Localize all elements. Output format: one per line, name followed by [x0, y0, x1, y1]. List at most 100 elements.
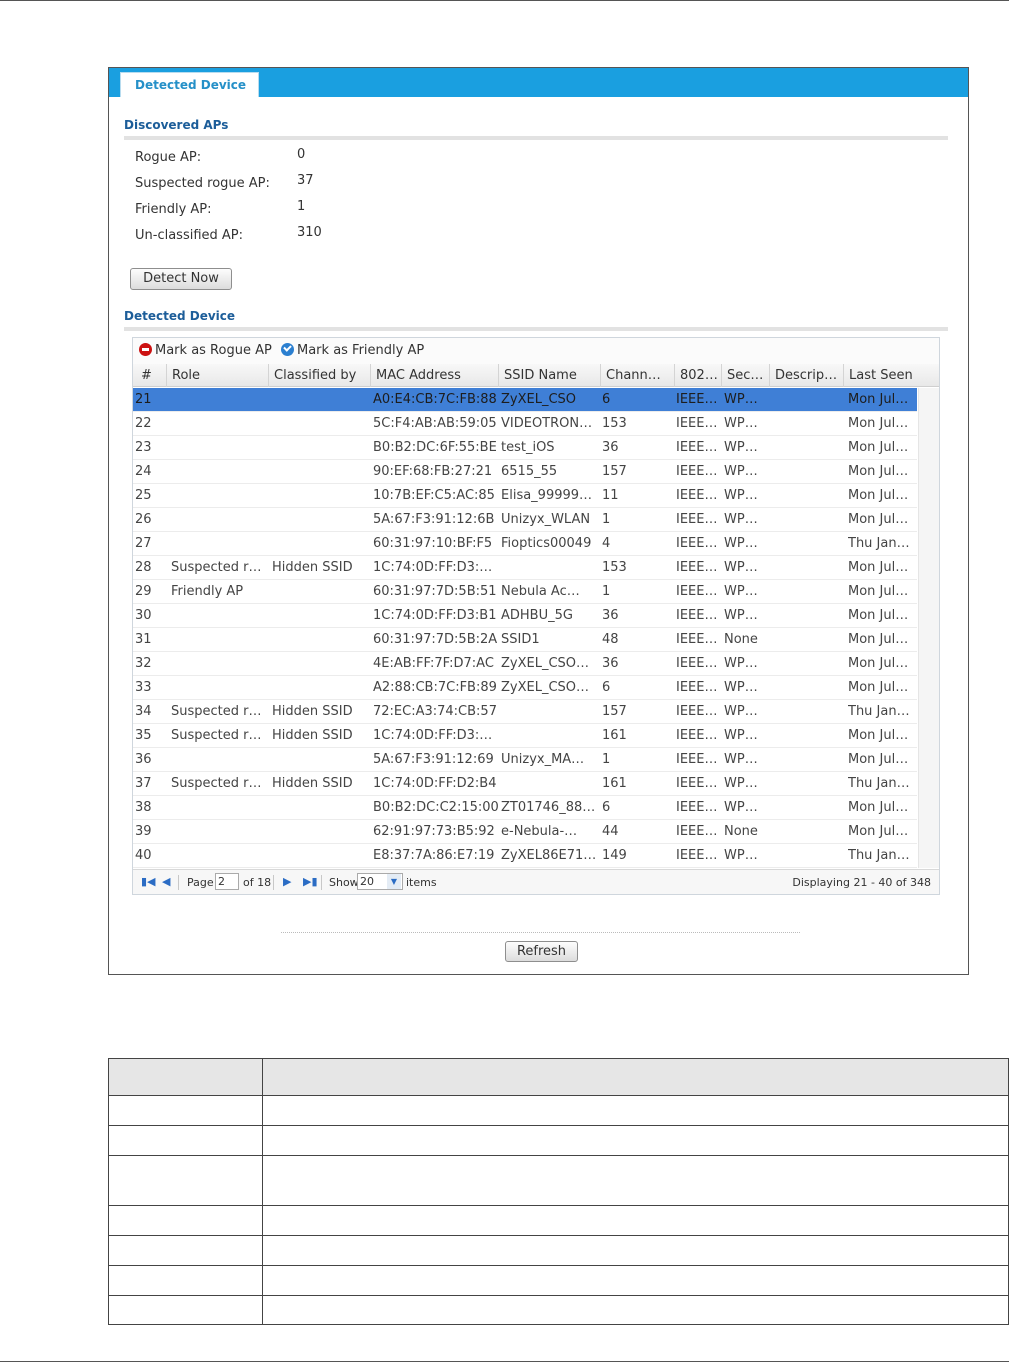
cell-last-seen: Mon Jul…: [848, 656, 909, 671]
table-row[interactable]: 22 5C:F4:AB:AB:59:05 VIDEOTRON… 153 IEEE… WP……: [133, 412, 917, 436]
cell-index: 39: [135, 824, 152, 839]
page-number-input[interactable]: 2: [215, 873, 239, 890]
table-row[interactable]: 36 5A:67:F3:91:12:69 Unizyx_MA… 1 IEEE… WP… Mo…: [133, 748, 917, 772]
table-row[interactable]: 31 60:31:97:7D:5B:2A SSID1 48 IEEE… None Mon J…: [133, 628, 917, 652]
cell-mac-address: 5A:67:F3:91:12:6B: [373, 512, 495, 527]
cell-role: [171, 484, 271, 508]
table-row[interactable]: 35 Suspected r… Hidden SSID 1C:74:0D:FF:D3:…: [133, 724, 917, 748]
cell-role: [171, 676, 271, 700]
table-row[interactable]: 23 B0:B2:DC:6F:55:BE test_iOS 36 IEEE… WP… Mon…: [133, 436, 917, 460]
column-header-role[interactable]: Role: [167, 364, 269, 387]
table-row[interactable]: 37 Suspected r… Hidden SSID 1C:74:0D:FF:D2:…: [133, 772, 917, 796]
column-header-description[interactable]: Descrip…: [770, 364, 844, 387]
chevron-down-icon[interactable]: ▼: [387, 874, 401, 889]
unclassified-ap-label: Un-classified AP:: [135, 228, 244, 243]
cell-description: [773, 700, 845, 724]
description-table-row: [109, 1236, 1008, 1266]
cell-description: [773, 580, 845, 604]
cell-ssid-name: ZyXEL86E71…: [501, 848, 597, 863]
cell-classified-by: [272, 532, 372, 556]
unclassified-ap-value: 310: [297, 225, 322, 240]
grid-scrollbar[interactable]: [918, 388, 939, 868]
cell-last-seen: Mon Jul…: [848, 392, 909, 407]
table-row[interactable]: 38 B0:B2:DC:C2:15:00 ZT01746_88… 6 IEEE… WP… M…: [133, 796, 917, 820]
detect-now-button[interactable]: Detect Now: [130, 268, 232, 290]
table-row[interactable]: 33 A2:88:CB:7C:FB:89 ZyXEL_CSO… 6 IEEE… WP… Mo…: [133, 676, 917, 700]
last-page-icon[interactable]: ▶▮: [303, 876, 318, 888]
cell-classified-by: [272, 844, 372, 868]
cell-security: WP…: [724, 512, 758, 527]
footer-divider: [281, 932, 800, 933]
screenshot-frame: Detected Device Discovered APs Rogue AP:…: [108, 67, 969, 975]
mark-friendly-ap-button[interactable]: Mark as Friendly AP: [281, 343, 424, 358]
cell-security: WP…: [724, 560, 758, 575]
table-row[interactable]: 25 10:7B:EF:C5:AC:85 Elisa_99999… 11 IEEE… WP…: [133, 484, 917, 508]
column-header-index[interactable]: #: [133, 364, 167, 387]
cell-description: [773, 604, 845, 628]
next-page-icon[interactable]: ▶: [283, 876, 291, 888]
cell-channel: 157: [602, 704, 627, 719]
cell-role: [171, 460, 271, 484]
cell-description: [773, 436, 845, 460]
cell-description: [773, 556, 845, 580]
description-table-divider: [262, 1059, 263, 1324]
description-table-row: [109, 1156, 1008, 1206]
refresh-button[interactable]: Refresh: [505, 941, 578, 962]
cell-ssid-name: Unizyx_MA…: [501, 752, 585, 767]
cell-mac-address: B0:B2:DC:6F:55:BE: [373, 440, 497, 455]
cell-role: Friendly AP: [171, 584, 244, 599]
cell-security: WP…: [724, 752, 758, 767]
cell-mac-address: 5A:67:F3:91:12:69: [373, 752, 494, 767]
friendly-ap-label: Friendly AP:: [135, 202, 212, 217]
cell-ssid-name: Nebula Ac…: [501, 584, 580, 599]
cell-80211: IEEE…: [676, 392, 718, 407]
cell-channel: 149: [602, 848, 627, 863]
cell-last-seen: Mon Jul…: [848, 440, 909, 455]
table-row[interactable]: 40 E8:37:7A:86:E7:19 ZyXEL86E71… 149 IEEE… WP…: [133, 844, 917, 868]
grid-toolbar: Mark as Rogue AP Mark as Friendly AP: [133, 338, 939, 364]
table-row[interactable]: 30 1C:74:0D:FF:D3:B1 ADHBU_5G 36 IEEE… WP… Mon…: [133, 604, 917, 628]
cell-mac-address: 1C:74:0D:FF:D2:B4: [373, 776, 497, 791]
cell-classified-by: Hidden SSID: [272, 776, 353, 791]
cell-security: WP…: [724, 416, 758, 431]
table-row[interactable]: 29 Friendly AP 60:31:97:7D:5B:51 Nebula Ac……: [133, 580, 917, 604]
cell-classified-by: [272, 412, 372, 436]
table-row[interactable]: 27 60:31:97:10:BF:F5 Fioptics00049 4 IEEE… WP…: [133, 532, 917, 556]
check-circle-icon: [281, 343, 294, 356]
column-header-classified-by[interactable]: Classified by: [269, 364, 371, 387]
column-header-mac-address[interactable]: MAC Address: [371, 364, 499, 387]
cell-80211: IEEE…: [676, 416, 718, 431]
cell-security: WP…: [724, 728, 758, 743]
prev-page-icon[interactable]: ◀: [162, 876, 170, 888]
cell-index: 29: [135, 584, 152, 599]
table-row[interactable]: 24 90:EF:68:FB:27:21 6515_55 157 IEEE… WP… Mon…: [133, 460, 917, 484]
table-row[interactable]: 28 Suspected r… Hidden SSID 1C:74:0D:FF:D3:…: [133, 556, 917, 580]
page-size-select[interactable]: 20 ▼: [357, 873, 403, 890]
cell-index: 21: [135, 392, 152, 407]
column-header-channel[interactable]: Chann…: [601, 364, 675, 387]
table-row[interactable]: 34 Suspected r… Hidden SSID 72:EC:A3:74:CB:…: [133, 700, 917, 724]
cell-last-seen: Mon Jul…: [848, 752, 909, 767]
cell-last-seen: Mon Jul…: [848, 560, 909, 575]
table-row[interactable]: 32 4E:AB:FF:7F:D7:AC ZyXEL_CSO… 36 IEEE… WP… M…: [133, 652, 917, 676]
description-table: [108, 1058, 1009, 1325]
cell-channel: 48: [602, 632, 619, 647]
cell-80211: IEEE…: [676, 584, 718, 599]
table-row[interactable]: 26 5A:67:F3:91:12:6B Unizyx_WLAN 1 IEEE… WP… M…: [133, 508, 917, 532]
cell-description: [773, 748, 845, 772]
cell-mac-address: 60:31:97:7D:5B:2A: [373, 632, 498, 647]
mark-rogue-ap-button[interactable]: Mark as Rogue AP: [139, 343, 272, 358]
cell-80211: IEEE…: [676, 656, 718, 671]
column-header-80211[interactable]: 802…: [675, 364, 722, 387]
cell-80211: IEEE…: [676, 632, 718, 647]
column-header-ssid-name[interactable]: SSID Name: [499, 364, 601, 387]
table-row[interactable]: 39 62:91:97:73:B5:92 e-Nebula-… 44 IEEE… None…: [133, 820, 917, 844]
cell-mac-address: 60:31:97:10:BF:F5: [373, 536, 493, 551]
column-header-last-seen[interactable]: Last Seen: [844, 364, 939, 387]
column-header-security[interactable]: Sec…: [722, 364, 770, 387]
table-row[interactable]: 21 A0:E4:CB:7C:FB:88 ZyXEL_CSO 6 IEEE… WP… Mon…: [133, 388, 917, 412]
cell-description: [773, 412, 845, 436]
cell-ssid-name: [501, 724, 601, 748]
first-page-icon[interactable]: ▮◀: [141, 876, 156, 888]
tab-detected-device[interactable]: Detected Device: [120, 72, 259, 97]
